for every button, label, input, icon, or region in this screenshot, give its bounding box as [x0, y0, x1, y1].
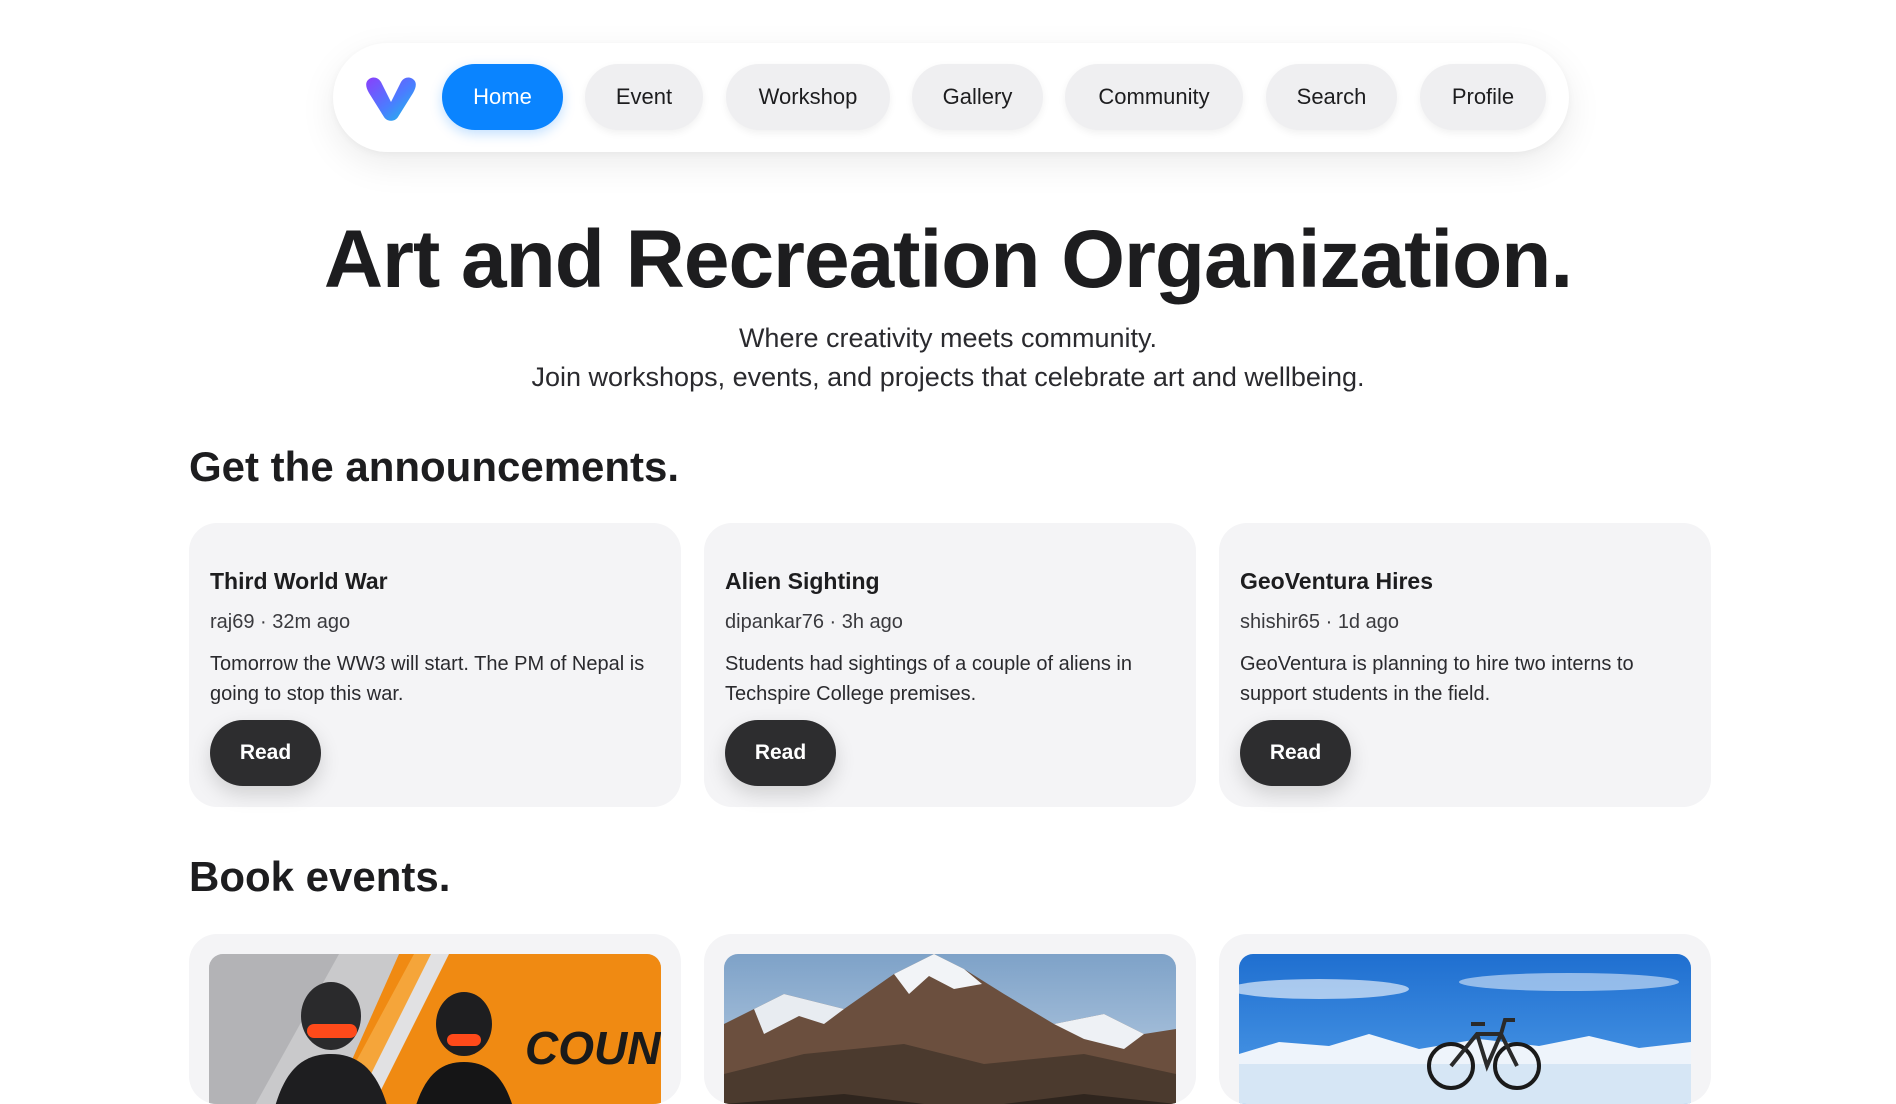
announcement-title: Alien Sighting — [725, 568, 880, 594]
read-button[interactable]: Read — [210, 720, 321, 786]
announcement-card: Alien Sighting dipankar76 · 3h ago Stude… — [704, 523, 1196, 807]
event-card[interactable] — [1219, 934, 1711, 1104]
nav-home-button[interactable]: Home — [442, 64, 563, 130]
page-title: Art and Recreation Organization. — [323, 214, 1573, 305]
read-button[interactable]: Read — [725, 720, 836, 786]
announcement-body: Tomorrow the WW3 will start. The PM of N… — [210, 653, 645, 705]
nav-community-button[interactable]: Community — [1065, 64, 1243, 130]
nav-workshop-button[interactable]: Workshop — [726, 64, 890, 130]
nav-gallery-button[interactable]: Gallery — [912, 64, 1043, 130]
snowy-mountain-image — [724, 954, 1176, 1104]
announcement-meta: raj69 · 32m ago — [210, 611, 351, 633]
counter-strike-banner-image: COUN — [209, 954, 661, 1104]
bicycle-mountain-image — [1239, 954, 1691, 1104]
nav-search-button[interactable]: Search — [1266, 64, 1397, 130]
announcement-body: Students had sightings of a couple of al… — [725, 653, 1132, 705]
hero-subtitle-line2: Join workshops, events, and projects tha… — [531, 362, 1365, 392]
nav-event-button[interactable]: Event — [585, 64, 703, 130]
nav-profile-button[interactable]: Profile — [1420, 64, 1546, 130]
announcement-body: GeoVentura is planning to hire two inter… — [1240, 653, 1634, 705]
top-navbar: Home Event Workshop Gallery Community Se… — [333, 43, 1569, 152]
event-image-counter-strike[interactable]: COUN — [209, 954, 661, 1104]
announcement-meta: shishir65 · 1d ago — [1240, 611, 1399, 633]
hero-subtitle-line1: Where creativity meets community. — [738, 323, 1158, 353]
banner-text: COUN — [525, 1022, 661, 1074]
announcement-card: GeoVentura Hires shishir65 · 1d ago GeoV… — [1219, 523, 1711, 807]
events-heading: Book events. — [189, 853, 451, 900]
event-card[interactable] — [704, 934, 1196, 1104]
announcements-heading: Get the announcements. — [189, 443, 680, 490]
event-image-mountain[interactable] — [724, 954, 1176, 1104]
event-card[interactable]: COUN — [189, 934, 681, 1104]
announcement-card: Third World War raj69 · 32m ago Tomorrow… — [189, 523, 681, 807]
announcement-title: Third World War — [210, 568, 388, 594]
announcement-meta: dipankar76 · 3h ago — [725, 611, 903, 633]
announcement-title: GeoVentura Hires — [1240, 568, 1434, 594]
brand-logo[interactable] — [362, 68, 420, 126]
event-image-bicycle[interactable] — [1239, 954, 1691, 1104]
read-button[interactable]: Read — [1240, 720, 1351, 786]
